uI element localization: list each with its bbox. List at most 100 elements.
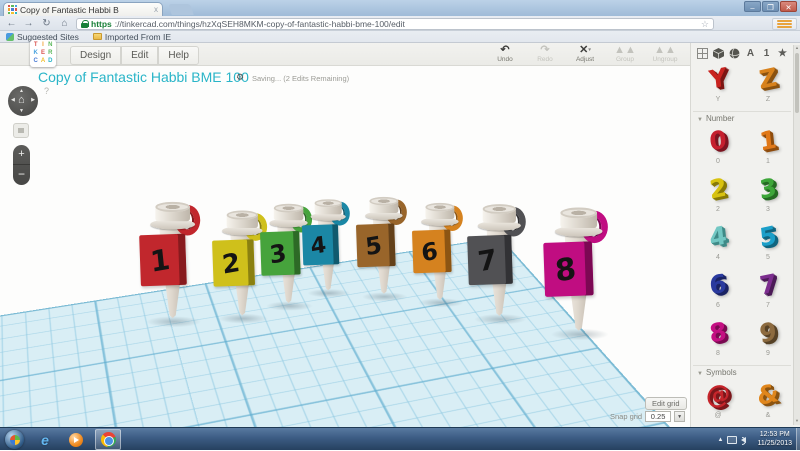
new-tab-button[interactable] — [168, 4, 194, 15]
tube-7[interactable]: 7 — [466, 210, 535, 332]
section-symbols[interactable]: ▼Symbols — [693, 365, 791, 377]
adjust-button[interactable]: ✕▾ Adjust — [570, 44, 600, 63]
taskbar-clock[interactable]: 12:53 PM 11/25/2013 — [753, 431, 796, 448]
redo-button[interactable]: ↷ Redo — [530, 44, 560, 63]
ungroup-button[interactable]: ▲▲ Ungroup — [650, 44, 680, 63]
windows-taskbar: e ▲ 12:53 PM 11/25/2013 — [0, 427, 800, 450]
scroll-down-icon[interactable]: ▼ — [794, 418, 800, 423]
app-header: TIN KER CAD Design Edit Help ↶ Undo ↷ Re… — [0, 43, 800, 66]
tab-geometric-icon[interactable] — [712, 47, 725, 60]
windows-logo-icon — [10, 435, 20, 445]
tinkercad-favicon — [8, 5, 17, 14]
home-button[interactable]: ⌂ — [57, 17, 72, 30]
shape-number-4[interactable]: 44 — [695, 221, 741, 267]
shape-number-9[interactable]: 99 — [745, 317, 791, 363]
shape-number-8[interactable]: 88 — [695, 317, 741, 363]
tab-holes-icon[interactable] — [728, 47, 741, 60]
tray-expand-icon[interactable]: ▲ — [718, 437, 724, 443]
media-player-icon — [69, 433, 83, 447]
browser-menu-button[interactable] — [772, 18, 797, 30]
tube-tag: 3 — [260, 231, 301, 276]
window-maximize-button[interactable]: ❐ — [762, 1, 779, 12]
shape-number-6[interactable]: 66 — [695, 269, 741, 315]
orbit-home-icon[interactable]: ⌂ — [18, 94, 25, 106]
start-button[interactable] — [5, 430, 24, 449]
bookmark-imported-from-ie[interactable]: Imported From IE — [93, 32, 171, 42]
collapse-caret-icon: ▼ — [697, 117, 703, 123]
zoom-out-button[interactable]: − — [13, 165, 30, 183]
show-desktop-button[interactable] — [796, 428, 800, 451]
menu-design[interactable]: Design — [70, 46, 121, 65]
tube-tag: 8 — [543, 241, 593, 297]
redo-icon: ↷ — [530, 44, 560, 56]
tube-tag: 2 — [212, 239, 255, 286]
undo-icon: ↶ — [490, 44, 520, 56]
menu-edit[interactable]: Edit — [121, 46, 158, 65]
orbit-left-icon[interactable]: ◀ — [11, 97, 15, 103]
tab-letters[interactable]: A — [744, 47, 757, 60]
shape-number-3[interactable]: 33 — [745, 173, 791, 219]
snap-grid-value[interactable]: 0.25 — [645, 411, 671, 422]
clock-date: 11/25/2013 — [757, 440, 792, 449]
tab-workplane-icon[interactable] — [696, 47, 709, 60]
back-button[interactable]: ← — [4, 17, 19, 30]
shape-number-7[interactable]: 77 — [745, 269, 791, 315]
taskbar-chrome-button[interactable] — [95, 429, 121, 450]
orbit-down-icon[interactable]: ▼ — [19, 108, 24, 114]
undo-button[interactable]: ↶ Undo — [490, 44, 520, 63]
window-close-button[interactable]: ✕ — [780, 1, 797, 12]
refresh-button[interactable]: ↻ — [39, 17, 54, 30]
tube-1[interactable]: 1 — [138, 208, 209, 334]
snap-grid-dropdown[interactable]: ▼ — [674, 411, 685, 422]
page-title: Copy of Fantastic Habbi BME 100 — [38, 69, 249, 85]
shape-letter-Z[interactable]: Z Z — [745, 63, 791, 109]
scroll-up-icon[interactable]: ▲ — [794, 45, 800, 50]
shape-number-0[interactable]: 00 — [695, 125, 741, 171]
shape-number-2[interactable]: 22 — [695, 173, 741, 219]
tube-6[interactable]: 6 — [411, 208, 471, 313]
menu-help[interactable]: Help — [158, 46, 199, 65]
gear-icon[interactable]: ⚙ — [236, 72, 244, 83]
folder-icon — [93, 33, 102, 40]
orbit-control[interactable]: ▲ ▼ ◀ ▶ ⌂ — [8, 86, 38, 116]
sidebar-scrollbar[interactable]: ▲ ▼ — [793, 45, 800, 425]
window-minimize-button[interactable]: – — [744, 1, 761, 12]
forward-button[interactable]: → — [21, 17, 36, 30]
url-text: ://tinkercad.com/things/hzXqSEH8MKM-copy… — [115, 19, 698, 29]
chevron-down-icon: ▾ — [588, 47, 591, 53]
section-number[interactable]: ▼Number — [693, 111, 791, 123]
https-lock-icon — [81, 20, 88, 28]
collapse-caret-icon: ▼ — [697, 371, 703, 377]
taskbar-ie-button[interactable]: e — [32, 429, 58, 450]
tube-5[interactable]: 5 — [355, 202, 415, 307]
tube-4[interactable]: 4 — [301, 204, 357, 303]
shape-symbol-at[interactable]: @@ — [695, 379, 741, 425]
bookmark-star-icon[interactable]: ☆ — [701, 19, 709, 30]
browser-titlebar: Copy of Fantastic Habbi B x – ❐ ✕ — [0, 0, 800, 16]
tube-8[interactable]: 8 — [542, 214, 618, 348]
tab-close-icon[interactable]: x — [154, 6, 158, 14]
browser-tab[interactable]: Copy of Fantastic Habbi B x — [3, 2, 163, 16]
taskbar-media-button[interactable] — [63, 429, 89, 450]
edit-grid-button[interactable]: Edit grid — [645, 397, 687, 410]
ungroup-icon: ▲▲ — [650, 44, 680, 56]
tinkercad-logo[interactable]: TIN KER CAD — [30, 40, 56, 67]
group-button[interactable]: ▲▲ Group — [610, 44, 640, 63]
zoom-in-button[interactable]: + — [13, 145, 30, 165]
shape-number-1[interactable]: 11 — [745, 125, 791, 171]
url-bar[interactable]: https ://tinkercad.com/things/hzXqSEH8MK… — [76, 18, 714, 30]
shape-letter-Y[interactable]: Y Y — [695, 63, 741, 109]
display-tray-icon[interactable] — [727, 436, 737, 444]
help-icon[interactable]: ? — [44, 86, 49, 96]
tube-tag: 4 — [302, 224, 339, 265]
volume-tray-icon[interactable] — [741, 437, 746, 443]
orbit-right-icon[interactable]: ▶ — [31, 97, 35, 103]
browser-navbar: ← → ↻ ⌂ https ://tinkercad.com/things/hz… — [0, 16, 800, 31]
zoom-control[interactable]: + − — [13, 145, 30, 185]
shape-symbol-ampersand[interactable]: && — [745, 379, 791, 425]
design-canvas[interactable]: Copy of Fantastic Habbi BME 100 ⚙ Saving… — [0, 66, 690, 427]
shape-number-5[interactable]: 55 — [745, 221, 791, 267]
tab-numbers[interactable]: 1 — [760, 47, 773, 60]
scroll-thumb[interactable] — [795, 53, 799, 113]
home-view-button[interactable] — [13, 123, 29, 138]
